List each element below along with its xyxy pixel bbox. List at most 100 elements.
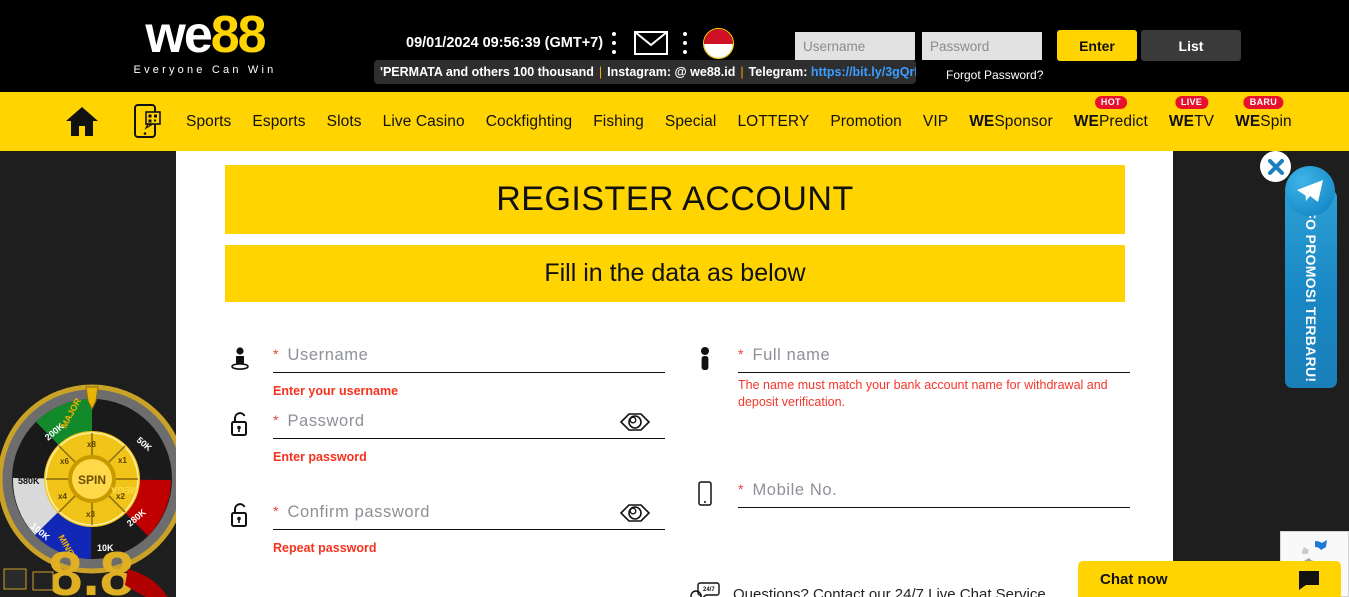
site-logo[interactable]: we88 Everyone Can Win xyxy=(110,8,300,76)
header-separator-1 xyxy=(612,32,616,54)
mobile-no-input[interactable] xyxy=(752,478,1130,502)
required-asterisk: * xyxy=(273,503,279,519)
confirm-password-input-row[interactable]: * xyxy=(273,500,665,530)
left-dark-rail: SPIN 200K 580K 100K 50K 280K 10K MAJOR M… xyxy=(0,151,176,597)
spin-wheel-decoration[interactable]: SPIN 200K 580K 100K 50K 280K 10K MAJOR M… xyxy=(0,379,176,597)
nav-label: VIP xyxy=(922,112,949,130)
nav-item-vip[interactable]: VIP xyxy=(923,113,948,131)
logo-88: 88 xyxy=(210,6,267,64)
username-helper-text: Enter your username xyxy=(273,384,399,398)
nav-label: Fishing xyxy=(593,112,644,130)
promo-text: INFO PROMOSI TERBARU! xyxy=(1303,195,1320,383)
nav-label: Special xyxy=(664,112,717,130)
nav-label: Sponsor xyxy=(994,112,1053,130)
chat-now-label: Chat now xyxy=(1100,570,1168,588)
nav-label: Cockfighting xyxy=(485,112,573,130)
live-chat-label: Questions? Contact our 24/7 Live Chat Se… xyxy=(733,586,1046,597)
nav-item-sports[interactable]: Sports xyxy=(186,113,231,131)
field-mobile-no: * xyxy=(690,478,1130,568)
full-name-input[interactable] xyxy=(752,343,1130,367)
nav-label: Spin xyxy=(1260,112,1292,130)
username-input-row[interactable]: * xyxy=(273,343,665,373)
main-navbar: Sports Esports Slots Live Casino Cockfig… xyxy=(0,92,1349,151)
header-separator-2 xyxy=(683,32,687,54)
confirm-password-input[interactable] xyxy=(287,500,665,524)
live-chat-hint[interactable]: 24/7 Questions? Contact our 24/7 Live Ch… xyxy=(690,581,1046,597)
enter-button[interactable]: Enter xyxy=(1057,30,1137,61)
nav-label: Esports xyxy=(252,112,306,130)
badge-baru: BARU xyxy=(1243,95,1284,109)
nav-item-cockfighting[interactable]: Cockfighting xyxy=(486,113,573,131)
full-name-input-row[interactable]: * xyxy=(738,343,1130,373)
field-confirm-password: * Repeat password xyxy=(225,500,665,570)
svg-text:580K: 580K xyxy=(18,476,40,486)
promo-banner-body[interactable]: INFO PROMOSI TERBARU! xyxy=(1285,190,1337,388)
form-column-left: * Enter your username * xyxy=(225,343,665,570)
badge-hot: HOT xyxy=(1094,95,1127,109)
password-input[interactable] xyxy=(287,409,665,433)
24-7-chat-icon: 24/7 xyxy=(690,581,720,597)
page-title: REGISTER ACCOUNT xyxy=(225,165,1125,234)
announcement-marquee[interactable]: 'PERMATA and others 100 thousand | Insta… xyxy=(374,60,916,84)
svg-text:x4: x4 xyxy=(58,492,67,501)
nav-item-promotion[interactable]: Promotion xyxy=(830,113,902,131)
svg-text:x6: x6 xyxy=(60,457,69,466)
nav-label: Slots xyxy=(326,112,362,130)
home-icon[interactable] xyxy=(65,106,99,137)
required-asterisk: * xyxy=(738,481,744,497)
page-subtitle: Fill in the data as below xyxy=(225,245,1125,302)
envelope-icon[interactable] xyxy=(634,31,668,55)
marquee-text-2: Instagram: @ we88.id xyxy=(607,65,736,79)
svg-text:x3: x3 xyxy=(86,510,95,519)
eye-icon[interactable] xyxy=(619,411,651,433)
nav-item-slots[interactable]: Slots xyxy=(327,113,362,131)
full-name-helper-text: The name must match your bank account na… xyxy=(738,378,1108,409)
svg-text:x2: x2 xyxy=(116,492,125,501)
server-datetime: 09/01/2024 09:56:39 (GMT+7) xyxy=(406,35,604,51)
nav-label: LOTTERY xyxy=(737,112,810,130)
username-input[interactable] xyxy=(287,343,665,367)
field-password: * Enter password xyxy=(225,409,665,500)
nav-item-fishing[interactable]: Fishing xyxy=(593,113,644,131)
nav-item-wesponsor[interactable]: WESponsor xyxy=(969,113,1053,131)
nav-item-wetv[interactable]: LIVE WETV xyxy=(1169,95,1215,131)
mobile-no-input-row[interactable]: * xyxy=(738,478,1130,508)
nav-item-special[interactable]: Special xyxy=(665,113,717,131)
required-asterisk: * xyxy=(738,346,744,362)
forgot-password-link[interactable]: Forgot Password? xyxy=(946,68,1043,82)
unlock-icon xyxy=(225,500,255,530)
password-input-row[interactable]: * xyxy=(273,409,665,439)
wheel-logo-88: 8.8 xyxy=(48,540,134,597)
logo-we: we xyxy=(145,6,212,64)
marquee-telegram-link[interactable]: https://bit.ly/3gQrN4B xyxy=(811,65,916,79)
telegram-icon[interactable] xyxy=(1285,166,1335,216)
svg-text:x1: x1 xyxy=(118,456,127,465)
nav-item-lottery[interactable]: LOTTERY xyxy=(737,113,809,131)
header-username-input[interactable] xyxy=(795,32,915,60)
marquee-text-3: Telegram: xyxy=(748,65,808,79)
mobile-app-qr-icon[interactable] xyxy=(134,104,161,138)
marquee-divider-2: | xyxy=(740,65,744,79)
indonesia-flag-icon[interactable] xyxy=(703,28,734,59)
nav-label: Sports xyxy=(186,112,232,130)
close-icon[interactable] xyxy=(1260,151,1291,182)
chat-now-button[interactable]: Chat now xyxy=(1078,561,1341,597)
nav-label-prefix: WE xyxy=(969,112,995,130)
main-content-panel: REGISTER ACCOUNT Fill in the data as bel… xyxy=(176,151,1173,597)
nav-item-wespin[interactable]: BARU WESpin xyxy=(1235,95,1292,131)
nav-item-wepredict[interactable]: HOT WEPredict xyxy=(1074,95,1148,131)
unlock-icon xyxy=(225,409,255,439)
list-button[interactable]: List xyxy=(1141,30,1241,61)
badge-live: LIVE xyxy=(1174,95,1209,109)
nav-item-esports[interactable]: Esports xyxy=(252,113,305,131)
nav-label: Predict xyxy=(1098,112,1148,130)
nav-link-list: Sports Esports Slots Live Casino Cockfig… xyxy=(186,92,1292,151)
page-root: we88 Everyone Can Win 09/01/2024 09:56:3… xyxy=(0,0,1349,597)
person-icon xyxy=(690,343,720,373)
nav-label: TV xyxy=(1194,112,1215,130)
header-password-input[interactable] xyxy=(922,32,1042,60)
nav-label-prefix: WE xyxy=(1235,112,1261,130)
nav-item-live-casino[interactable]: Live Casino xyxy=(383,113,465,131)
field-username: * Enter your username xyxy=(225,343,665,409)
eye-icon[interactable] xyxy=(619,502,651,524)
